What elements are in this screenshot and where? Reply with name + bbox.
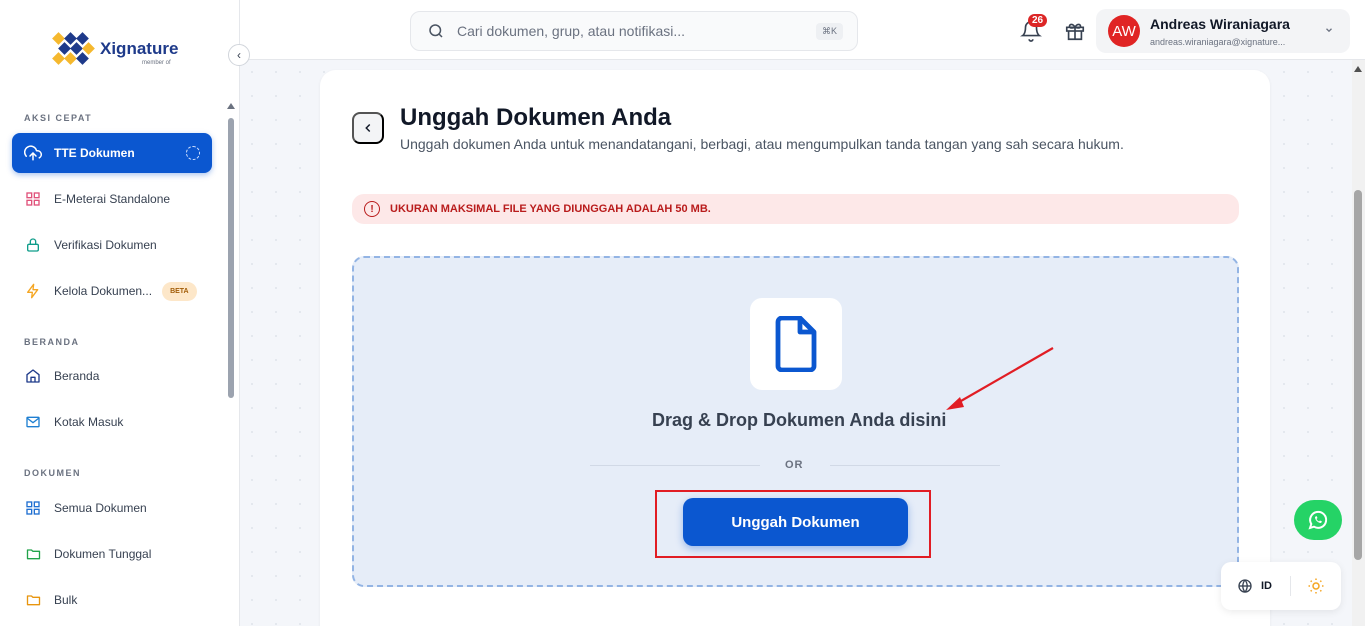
brand-subtext: member of <box>142 60 171 66</box>
sidebar-item-label: Dokumen Tunggal <box>54 547 152 561</box>
divider <box>830 465 1000 466</box>
sidebar-item-label: Beranda <box>54 369 100 383</box>
divider <box>590 465 760 466</box>
sidebar-item-label: Kelola Dokumen... <box>54 284 153 298</box>
whatsapp-icon <box>1308 510 1328 530</box>
main-scrollbar-thumb[interactable] <box>1354 190 1362 560</box>
search-input[interactable]: Cari dokumen, grup, atau notifikasi... ⌘… <box>410 11 858 51</box>
search-icon <box>429 24 443 38</box>
sidebar-item-e-meterai[interactable]: E-Meterai Standalone <box>12 179 212 219</box>
collapse-sidebar-button[interactable]: ‹ <box>228 44 250 66</box>
brand-logo[interactable]: Xignature member of <box>50 30 178 68</box>
notification-count-badge: 26 <box>1028 14 1048 27</box>
folder-icon <box>24 591 42 609</box>
search-shortcut: ⌘K <box>815 22 843 40</box>
sidebar-item-label: E-Meterai Standalone <box>54 192 171 206</box>
sidebar-item-beranda[interactable]: Beranda <box>12 356 212 396</box>
loading-icon <box>186 146 200 160</box>
sidebar-item-bulk[interactable]: Bulk <box>12 580 212 620</box>
grid-icon <box>24 190 42 208</box>
section-aksi-cepat: AKSI CEPAT <box>24 113 93 123</box>
cloud-upload-icon <box>24 144 42 162</box>
sidebar-item-kotak-masuk[interactable]: Kotak Masuk <box>12 402 212 442</box>
file-size-alert: ! UKURAN MAKSIMAL FILE YANG DIUNGGAH ADA… <box>352 194 1239 224</box>
beta-badge: BETA <box>162 281 197 301</box>
sun-icon[interactable] <box>1307 577 1325 595</box>
upload-document-button[interactable]: Unggah Dokumen <box>683 498 908 546</box>
lightning-icon <box>24 282 42 300</box>
back-button[interactable] <box>352 112 384 144</box>
section-beranda: BERANDA <box>24 337 80 347</box>
page-subtitle: Unggah dokumen Anda untuk menandatangani… <box>400 136 1124 152</box>
divider <box>1290 576 1291 596</box>
globe-icon[interactable] <box>1237 578 1253 594</box>
or-label: OR <box>785 459 804 471</box>
folder-icon <box>24 545 42 563</box>
section-dokumen: DOKUMEN <box>24 468 81 478</box>
chevron-down-icon <box>1324 25 1334 38</box>
alert-text: UKURAN MAKSIMAL FILE YANG DIUNGGAH ADALA… <box>390 203 711 215</box>
top-header: Cari dokumen, grup, atau notifikasi... ⌘… <box>240 0 1365 60</box>
sidebar-item-semua-dokumen[interactable]: Semua Dokumen <box>12 488 212 528</box>
sidebar-scrollbar[interactable] <box>228 118 234 398</box>
sidebar-item-label: Semua Dokumen <box>54 501 147 515</box>
search-placeholder: Cari dokumen, grup, atau notifikasi... <box>457 23 686 39</box>
avatar: AW <box>1108 15 1140 47</box>
home-icon <box>24 367 42 385</box>
xignature-logo-icon <box>50 30 96 68</box>
user-name: Andreas Wiraniagara <box>1150 15 1290 32</box>
user-email: andreas.wiraniagara@xignature... <box>1150 36 1286 47</box>
language-theme-widget: ID <box>1221 562 1341 610</box>
lock-icon <box>24 236 42 254</box>
sidebar-item-label: Kotak Masuk <box>54 415 124 429</box>
sidebar-scroll-up-arrow[interactable] <box>227 103 235 109</box>
file-icon-box <box>750 298 842 390</box>
sidebar-item-label: Verifikasi Dokumen <box>54 238 157 252</box>
language-code[interactable]: ID <box>1261 580 1272 592</box>
annotation-arrow-icon <box>946 347 1054 410</box>
user-menu[interactable]: AW Andreas Wiraniagara andreas.wiraniaga… <box>1096 9 1350 53</box>
mail-icon <box>24 413 42 431</box>
brand-name: Xignature <box>100 39 179 58</box>
main-scroll-up-arrow[interactable] <box>1354 66 1362 72</box>
sidebar: Xignature member of AKSI CEPAT TTE Dokum… <box>0 0 240 626</box>
sidebar-item-tte-dokumen[interactable]: TTE Dokumen <box>12 133 212 173</box>
page-title: Unggah Dokumen Anda <box>400 104 672 131</box>
sidebar-item-dokumen-tunggal[interactable]: Dokumen Tunggal <box>12 534 212 574</box>
sidebar-item-label: TTE Dokumen <box>54 146 135 160</box>
alert-icon: ! <box>364 201 380 217</box>
gift-icon[interactable] <box>1064 20 1086 42</box>
sidebar-item-kelola-dokumen[interactable]: Kelola Dokumen... BETA <box>12 271 212 311</box>
whatsapp-button[interactable] <box>1294 500 1342 540</box>
sidebar-item-label: Bulk <box>54 593 78 607</box>
dropzone-text: Drag & Drop Dokumen Anda disini <box>652 410 947 430</box>
sidebar-item-verifikasi[interactable]: Verifikasi Dokumen <box>12 225 212 265</box>
document-icon <box>775 316 817 372</box>
chevron-left-icon <box>365 123 371 133</box>
grid-icon <box>24 499 42 517</box>
